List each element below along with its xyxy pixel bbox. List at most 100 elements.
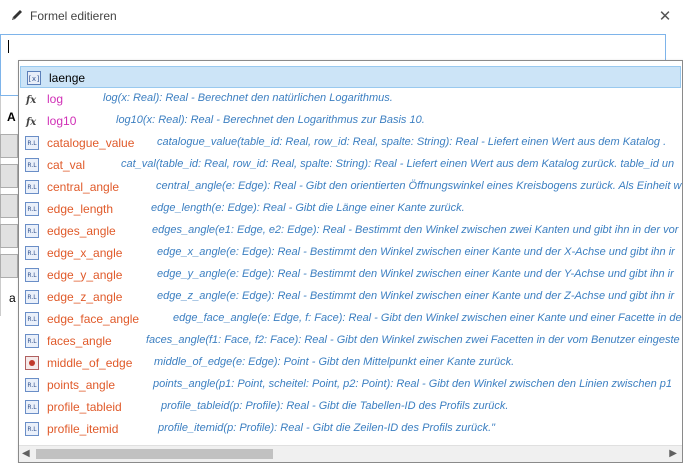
suggestion-name: edge_length: [47, 202, 114, 216]
suggestion-row[interactable]: middle_of_edge middle_of_edge(e: Edge): P…: [19, 352, 682, 374]
suggestion-name: log: [47, 92, 64, 106]
suggestion-description: edge_x_angle(e: Edge): Real - Bestimmt d…: [157, 246, 675, 258]
svg-text:R.L: R.L: [27, 140, 37, 147]
suggestion-name: edge_z_angle: [47, 290, 123, 304]
suggestion-name: central_angle: [47, 180, 120, 194]
real-function-icon: R.L: [25, 312, 39, 326]
suggestion-name: edge_face_angle: [47, 312, 140, 326]
svg-text:R.L: R.L: [27, 338, 37, 345]
real-function-icon: R.L: [25, 400, 39, 414]
svg-text:R.L: R.L: [27, 206, 37, 213]
suggestion-description: cat_val(table_id: Real, row_id: Real, sp…: [121, 158, 675, 170]
formula-editor-window: Formel editieren ✕ A a [x] laenge fx log log…: [0, 0, 683, 463]
svg-text:R.L: R.L: [27, 404, 37, 411]
suggestion-description: profile_itemid(p: Profile): Real - Gibt …: [158, 422, 496, 434]
real-function-icon: R.L: [25, 422, 39, 436]
suggestion-row[interactable]: R.L points_angle points_angle(p1: Point, s…: [19, 374, 682, 396]
svg-text:R.L: R.L: [27, 162, 37, 169]
suggestion-name: cat_val: [47, 158, 86, 172]
background-label-a: a: [9, 291, 16, 305]
background-button[interactable]: [0, 164, 18, 188]
scroll-right-icon[interactable]: ▶: [669, 448, 677, 459]
suggestion-description: faces_angle(f1: Face, f2: Face): Real - …: [146, 334, 680, 346]
close-icon: ✕: [658, 8, 672, 25]
suggestion-row[interactable]: R.L cat_val cat_val(table_id: Real, row_id…: [19, 154, 682, 176]
horizontal-scrollbar[interactable]: ◀ ▶: [19, 445, 682, 462]
suggestion-name: edge_x_angle: [47, 246, 123, 260]
svg-text:R.L: R.L: [27, 184, 37, 191]
svg-text:R.L: R.L: [27, 316, 37, 323]
suggestion-row[interactable]: R.L edge_x_angle edge_x_angle(e: Edge): Re…: [19, 242, 682, 264]
suggestion-row[interactable]: R.L faces_angle faces_angle(f1: Face, f2: …: [19, 330, 682, 352]
suggestion-row[interactable]: R.L profile_tableid profile_tableid(p: Pro…: [19, 396, 682, 418]
title-bar: Formel editieren ✕: [0, 0, 683, 32]
suggestion-description: catalogue_value(table_id: Real, row_id: …: [157, 136, 667, 148]
suggestion-name: edge_y_angle: [47, 268, 123, 282]
scrollbar-thumb[interactable]: [36, 449, 273, 459]
suggestion-description: log(x: Real): Real - Berechnet den natür…: [103, 92, 393, 104]
window-title: Formel editieren: [30, 9, 117, 23]
real-function-icon: R.L: [25, 158, 39, 172]
suggestion-description: log10(x: Real): Real - Berechnet den Log…: [116, 114, 425, 126]
real-function-icon: R.L: [25, 202, 39, 216]
real-function-icon: R.L: [25, 334, 39, 348]
svg-text:fx: fx: [25, 117, 37, 128]
suggestion-row[interactable]: [x] laenge: [20, 66, 681, 88]
suggestion-description: edge_face_angle(e: Edge, f: Face): Real …: [173, 312, 682, 324]
autocomplete-popup: [x] laenge fx log log(x: Real): Real - Berec…: [18, 60, 683, 463]
real-function-icon: R.L: [25, 136, 39, 150]
real-function-icon: R.L: [25, 246, 39, 260]
suggestion-name: middle_of_edge: [47, 356, 133, 370]
suggestion-row[interactable]: R.L edge_y_angle edge_y_angle(e: Edge): Re…: [19, 264, 682, 286]
background-button[interactable]: [0, 254, 18, 278]
suggestion-description: central_angle(e: Edge): Real - Gibt den …: [156, 180, 682, 192]
suggestion-description: middle_of_edge(e: Edge): Point - Gibt de…: [154, 356, 515, 368]
real-function-icon: R.L: [25, 378, 39, 392]
text-cursor: [8, 40, 9, 54]
suggestion-description: profile_tableid(p: Profile): Real - Gibt…: [161, 400, 509, 412]
svg-text:R.L: R.L: [27, 272, 37, 279]
background-button[interactable]: [0, 224, 18, 248]
suggestion-name: points_angle: [47, 378, 116, 392]
real-function-icon: R.L: [25, 224, 39, 238]
svg-text:R.L: R.L: [27, 382, 37, 389]
pencil-icon: [12, 10, 22, 20]
suggestion-row[interactable]: R.L edges_angle edges_angle(e1: Edge, e2: …: [19, 220, 682, 242]
suggestion-description: edge_length(e: Edge): Real - Gibt die Lä…: [151, 202, 465, 214]
suggestion-row[interactable]: R.L edge_length edge_length(e: Edge): Real…: [19, 198, 682, 220]
svg-text:R.L: R.L: [27, 294, 37, 301]
svg-text:R.L: R.L: [27, 250, 37, 257]
variable-icon: [x]: [27, 71, 41, 85]
suggestion-description: edge_y_angle(e: Edge): Real - Bestimmt d…: [157, 268, 674, 280]
suggestion-row[interactable]: fx log log(x: Real): Real - Berechnet den …: [19, 88, 682, 110]
suggestion-name: profile_tableid: [47, 400, 122, 414]
background-button[interactable]: [0, 134, 18, 158]
real-function-icon: R.L: [25, 180, 39, 194]
suggestion-list: [x] laenge fx log log(x: Real): Real - Berec…: [19, 66, 682, 443]
suggestion-name: edges_angle: [47, 224, 116, 238]
suggestion-row[interactable]: R.L profile_itemid profile_itemid(p: Profi…: [19, 418, 682, 440]
suggestion-row[interactable]: R.L edge_z_angle edge_z_angle(e: Edge): Re…: [19, 286, 682, 308]
suggestion-name: laenge: [49, 71, 86, 85]
close-button[interactable]: ✕: [647, 0, 683, 32]
suggestion-name: profile_itemid: [47, 422, 119, 436]
suggestion-row[interactable]: R.L catalogue_value catalogue_value(table_…: [19, 132, 682, 154]
suggestion-description: edges_angle(e1: Edge, e2: Edge): Real - …: [152, 224, 679, 236]
suggestion-description: points_angle(p1: Point, scheitel: Point,…: [153, 378, 673, 390]
background-label-a-bold: A: [7, 110, 16, 124]
suggestion-name: catalogue_value: [47, 136, 135, 150]
suggestion-name: log10: [47, 114, 77, 128]
suggestion-row[interactable]: fx log10 log10(x: Real): Real - Berechnet …: [19, 110, 682, 132]
suggestion-description: edge_z_angle(e: Edge): Real - Bestimmt d…: [157, 290, 675, 302]
svg-text:fx: fx: [25, 95, 37, 106]
suggestion-row[interactable]: R.L edge_face_angle edge_face_angle(e: Edg…: [19, 308, 682, 330]
suggestion-name: faces_angle: [47, 334, 112, 348]
suggestion-row[interactable]: R.L central_angle central_angle(e: Edge): …: [19, 176, 682, 198]
real-function-icon: R.L: [25, 290, 39, 304]
svg-text:[x]: [x]: [28, 75, 41, 83]
point-function-icon: [25, 356, 39, 370]
background-button[interactable]: [0, 194, 18, 218]
fx-icon: fx: [25, 114, 39, 128]
scroll-left-icon[interactable]: ◀: [22, 448, 30, 459]
svg-text:R.L: R.L: [27, 426, 37, 433]
